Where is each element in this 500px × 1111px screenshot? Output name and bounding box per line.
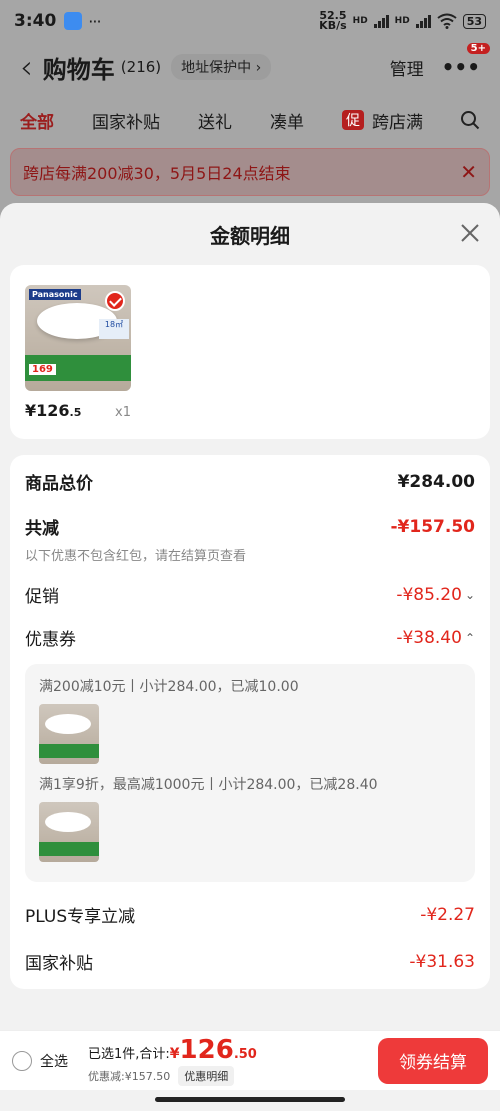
sheet-header: 金额明细 — [0, 203, 500, 265]
price-detail-card: 商品总价 ¥284.00 共减 -¥157.50 以下优惠不包含红包，请在结算页… — [10, 455, 490, 989]
tab-all[interactable]: 全部 — [20, 108, 54, 133]
promotion-label: 促销 — [25, 587, 59, 607]
promo-tag: 促 — [342, 110, 364, 130]
coupon-label: 优惠券 — [25, 630, 76, 650]
row-promotion[interactable]: 促销 -¥85.20 ⌄ — [25, 582, 475, 608]
product-price-line: ¥126 .5 x1 — [25, 401, 131, 420]
coupon-detail-box: 满200减10元丨小计284.00，已减10.00 满1享9折，最高减1000元… — [25, 664, 475, 882]
saved-amount: 优惠减:¥157.50 — [88, 1070, 171, 1083]
coupon-product-image-2 — [39, 802, 99, 862]
row-total: 商品总价 ¥284.00 — [25, 469, 475, 495]
tab-cross-store[interactable]: 促 跨店满 — [342, 108, 423, 133]
checkout-button[interactable]: 领券结算 — [378, 1037, 488, 1084]
promotion-value: -¥85.20 — [396, 584, 462, 605]
discount-note: 以下优惠不包含红包，请在结算页查看 — [25, 549, 247, 564]
promo-banner-text: 跨店每满200减30，5月5日24点结束 — [23, 164, 291, 183]
plus-value: -¥2.27 — [420, 904, 475, 925]
manage-button[interactable]: 管理 — [390, 55, 424, 80]
signal-icon — [373, 14, 389, 28]
network-speed-unit: KB/s — [319, 19, 347, 32]
battery-icon: 53 — [462, 13, 486, 29]
tab-national-subsidy[interactable]: 国家补贴 — [92, 108, 160, 133]
row-coupon[interactable]: 优惠券 -¥38.40 ⌃ — [25, 625, 475, 651]
selected-check-icon — [105, 291, 125, 311]
wifi-icon — [437, 13, 457, 29]
app-notification-icon — [64, 12, 83, 30]
product-price-decimal: .5 — [69, 406, 82, 419]
cart-header: ‹ 购物车 (216) 地址保护中 › 管理 ••• 5+ — [0, 42, 500, 92]
status-bar: 3:40 ··· 52.5 KB/s HD HD 53 — [0, 0, 500, 42]
sum-total-decimal: .50 — [233, 1047, 257, 1062]
coupon-product-image-1 — [39, 704, 99, 764]
address-protect-pill[interactable]: 地址保护中 › — [171, 54, 272, 80]
status-more-dots: ··· — [88, 11, 101, 31]
chevron-down-icon[interactable]: ⌄ — [465, 588, 475, 602]
checkout-bar: 全选 已选1件,合计: ¥ 126 .50 优惠减:¥157.50 优惠明细 领… — [0, 1030, 500, 1090]
spec-label: 18㎡ — [99, 319, 129, 339]
product-quantity: x1 — [115, 405, 131, 420]
status-time: 3:40 — [14, 11, 57, 31]
home-indicator[interactable] — [155, 1097, 345, 1102]
close-icon[interactable]: ✕ — [460, 160, 477, 184]
product-image[interactable]: Panasonic 18㎡ 169 — [25, 285, 131, 391]
coupon-line-2: 满1享9折，最高减1000元丨小计284.00，已减28.40 — [39, 777, 378, 793]
row-plus: PLUS专享立减 -¥2.27 — [25, 902, 475, 928]
subsidy-label: 国家补贴 — [25, 954, 93, 974]
row-discount: 共减 -¥157.50 — [25, 514, 476, 540]
hd-label-1: HD — [352, 16, 368, 26]
close-icon[interactable] — [460, 223, 480, 243]
brand-logo: Panasonic — [29, 289, 81, 300]
total-label: 商品总价 — [25, 474, 93, 494]
coupon-value: -¥38.40 — [396, 627, 462, 648]
product-card: Panasonic 18㎡ 169 ¥126 .5 x1 — [10, 265, 490, 439]
total-value: ¥284.00 — [397, 471, 475, 492]
page-title: 购物车 — [42, 55, 115, 84]
select-all-label[interactable]: 全选 — [40, 1051, 68, 1071]
select-all-radio[interactable] — [12, 1050, 32, 1071]
product-price: ¥126 — [25, 401, 70, 420]
image-price-badge: 169 — [29, 364, 56, 375]
message-badge: 5+ — [466, 43, 490, 54]
search-icon[interactable] — [460, 110, 480, 130]
signal-icon-2 — [415, 14, 431, 28]
amount-detail-sheet: 金额明细 Panasonic 18㎡ 169 ¥126 .5 x1 商品总价 ¥… — [0, 203, 500, 1111]
row-subsidy: 国家补贴 -¥31.63 — [25, 949, 475, 975]
discount-label: 共减 — [25, 519, 59, 539]
discount-value: -¥157.50 — [390, 516, 476, 537]
cart-tabs: 全部 国家补贴 送礼 凑单 促 跨店满 — [0, 100, 500, 140]
chevron-up-icon[interactable]: ⌃ — [465, 631, 475, 645]
plus-label: PLUS专享立减 — [25, 907, 136, 927]
tab-gift[interactable]: 送礼 — [198, 108, 232, 133]
tab-add-on[interactable]: 凑单 — [270, 108, 304, 133]
more-dots-icon: ••• — [441, 55, 480, 79]
tab-cross-store-label: 跨店满 — [372, 112, 423, 133]
network-speed: 52.5 KB/s — [319, 10, 347, 32]
discount-detail-button[interactable]: 优惠明细 — [178, 1066, 235, 1086]
sum-line: 已选1件,合计: ¥ 126 .50 — [88, 1035, 257, 1065]
sum-total: 126 — [179, 1035, 234, 1065]
selected-text: 已选1件,合计: — [88, 1047, 170, 1062]
coupon-line-1: 满200减10元丨小计284.00，已减10.00 — [39, 679, 299, 695]
status-right: 52.5 KB/s HD HD 53 — [319, 10, 486, 32]
subsidy-value: -¥31.63 — [409, 951, 475, 972]
cart-count: (216) — [120, 58, 162, 76]
sum-block: 已选1件,合计: ¥ 126 .50 优惠减:¥157.50 优惠明细 — [88, 1035, 257, 1086]
more-menu-button[interactable]: ••• 5+ — [441, 43, 490, 79]
sheet-title: 金额明细 — [210, 223, 290, 248]
hd-label-2: HD — [394, 16, 410, 26]
back-icon[interactable]: ‹ — [20, 48, 33, 86]
sum-currency: ¥ — [169, 1046, 180, 1062]
saved-line: 优惠减:¥157.50 优惠明细 — [88, 1066, 257, 1086]
promo-banner: 跨店每满200减30，5月5日24点结束 ✕ — [10, 148, 490, 196]
